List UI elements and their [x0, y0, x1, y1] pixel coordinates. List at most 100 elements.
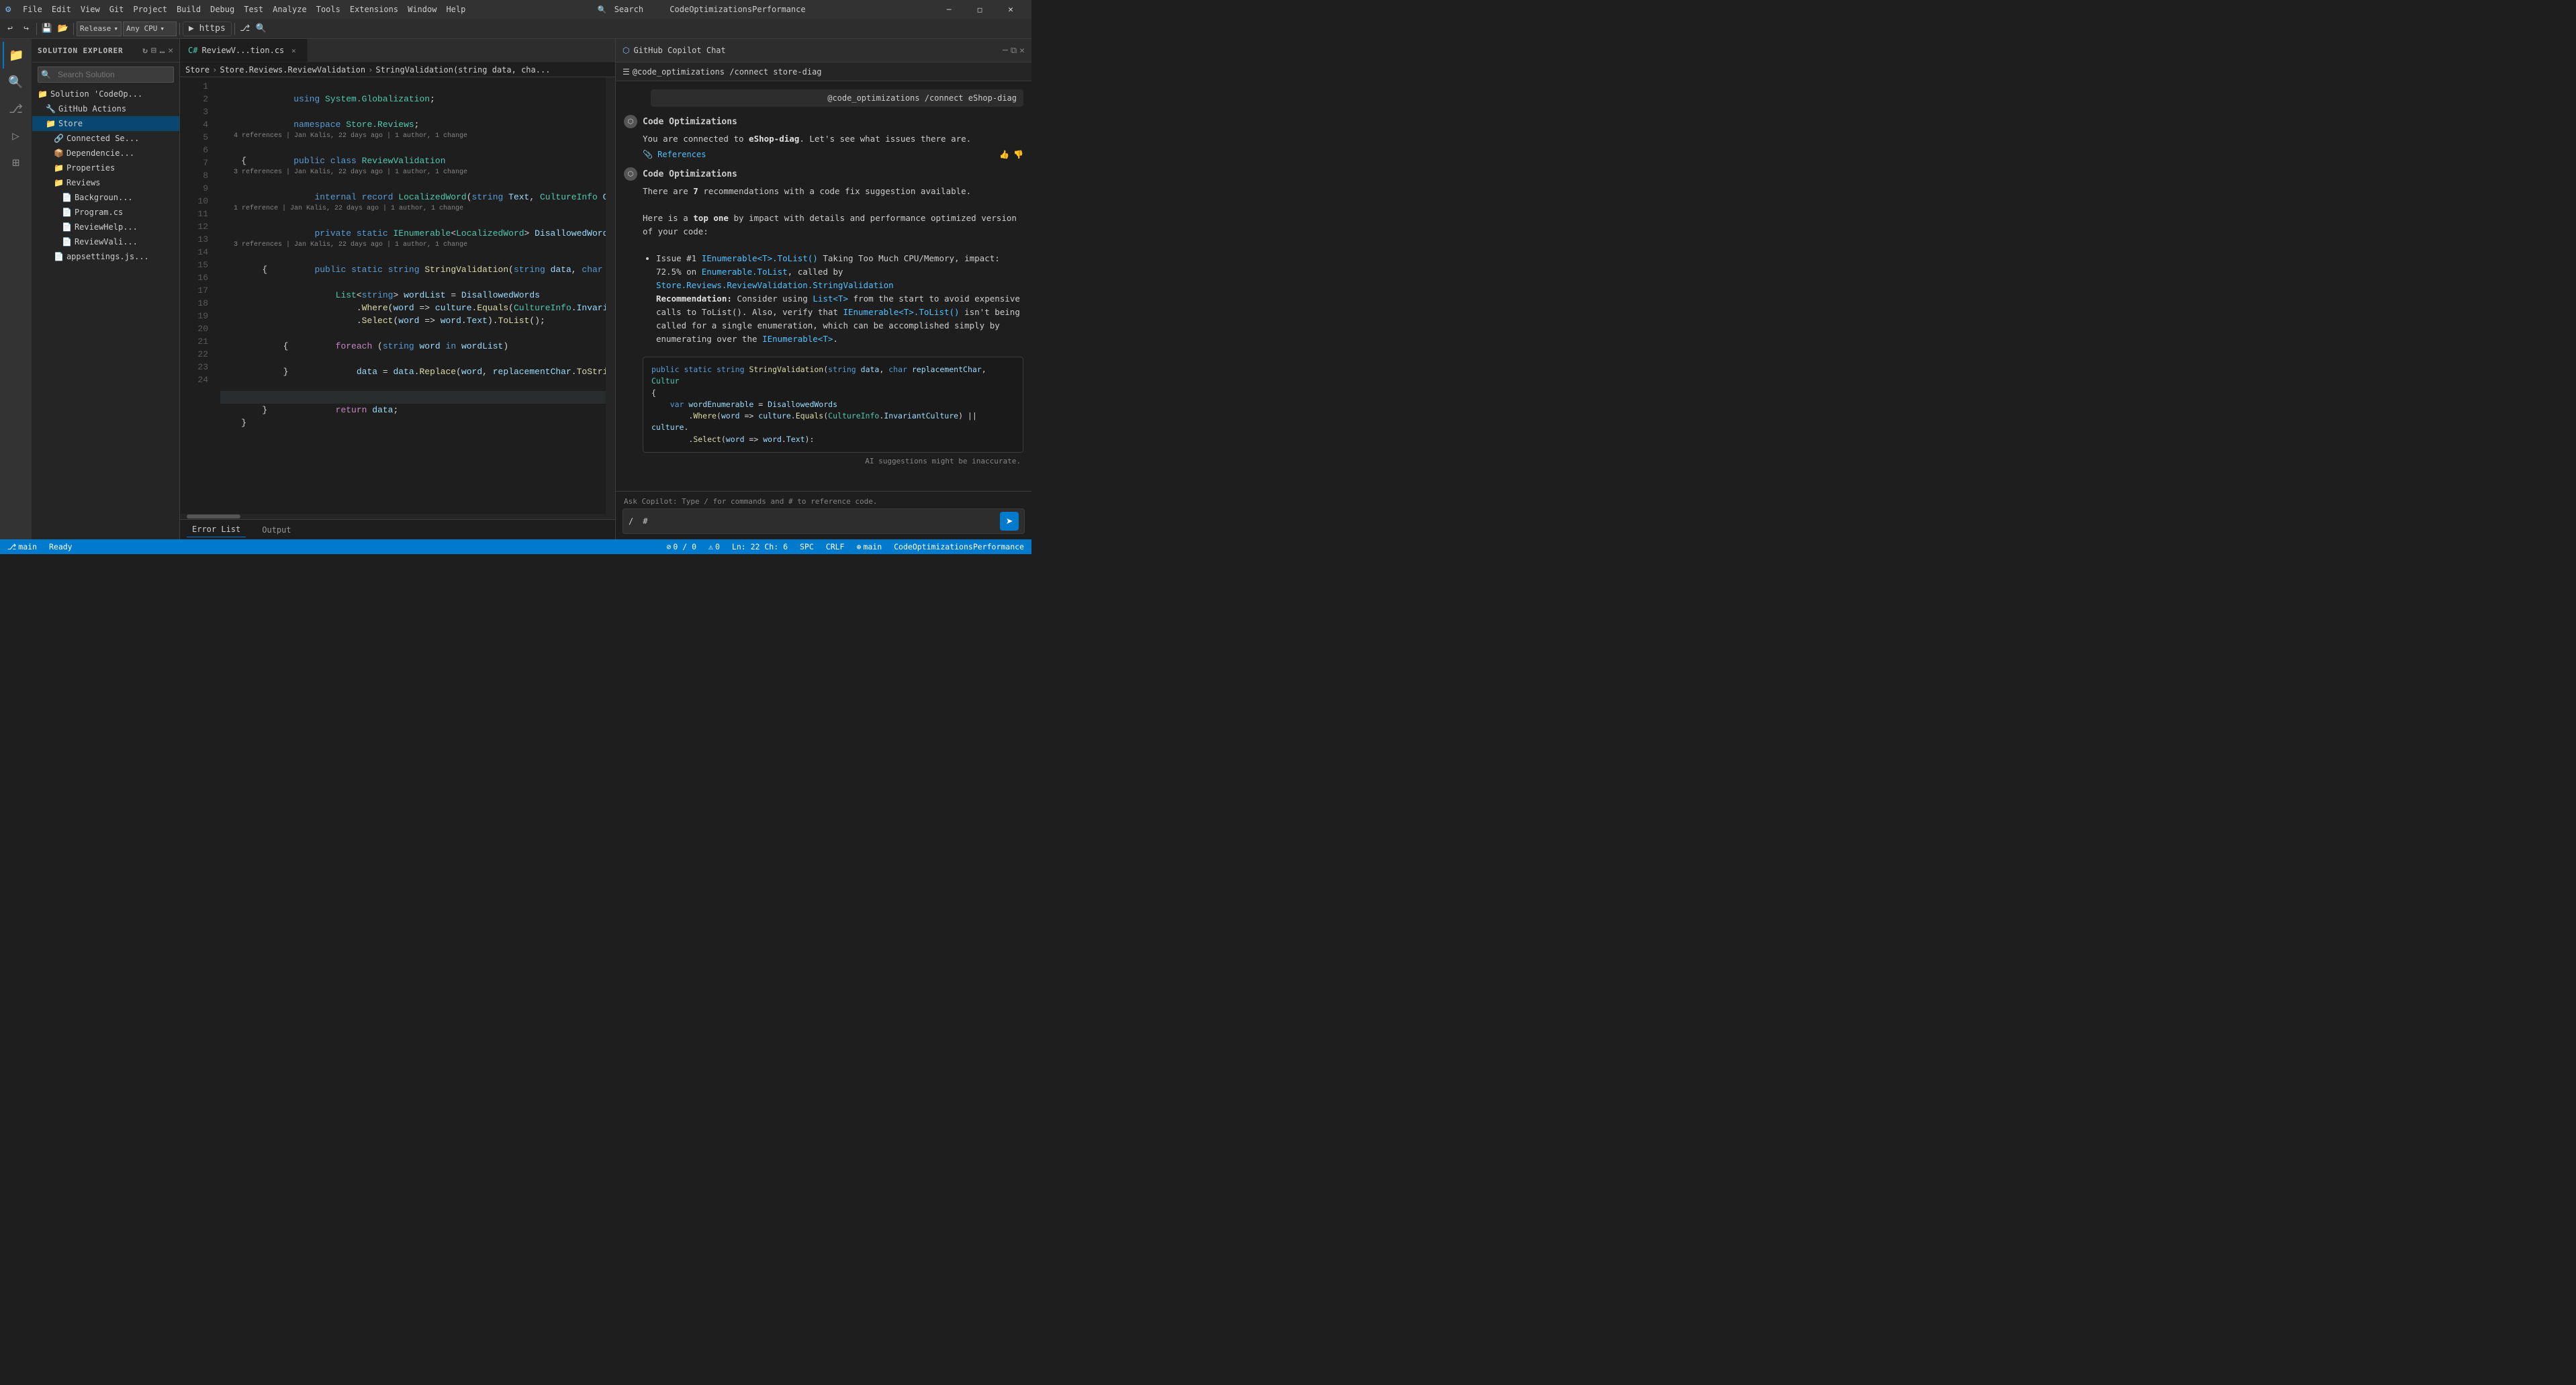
menu-git[interactable]: Git — [105, 3, 128, 15]
tab-error-list[interactable]: Error List — [187, 522, 246, 537]
menu-analyze[interactable]: Analyze — [269, 3, 311, 15]
tree-item-github[interactable]: 🔧 GitHub Actions — [32, 101, 179, 116]
search-solution-box[interactable]: 🔍 — [38, 66, 174, 83]
chat-suggestion-bubble[interactable]: @code_optimizations /connect eShop-diag — [651, 89, 1023, 107]
code-content[interactable]: using System.Globalization; namespace St… — [214, 77, 606, 514]
restore-button[interactable]: □ — [964, 0, 995, 19]
encoding-status[interactable]: SPC — [798, 542, 816, 551]
code-line-3: namespace Store.Reviews; — [220, 105, 606, 118]
bottom-panel-tabs: Error List Output — [180, 519, 615, 539]
issue-link-1[interactable]: IEnumerable<T>.ToList() — [702, 253, 818, 263]
tree-item-dependencies[interactable]: 📦 Dependencie... — [32, 146, 179, 161]
code-line-17: foreach (string word in wordList) — [220, 327, 606, 340]
minimap — [606, 77, 615, 514]
search-activity-btn[interactable]: 🔍 — [3, 69, 30, 95]
debug-activity-btn[interactable]: ▷ — [3, 122, 30, 149]
chat-msg-body-1: You are connected to eShop-diag. Let's s… — [624, 132, 1023, 146]
tree-item-store[interactable]: 📁 Store — [32, 116, 179, 131]
chat-send-button[interactable]: ➤ — [1000, 512, 1019, 531]
tree-item-connected[interactable]: 🔗 Connected Se... — [32, 131, 179, 146]
save-button[interactable]: 💾 — [40, 21, 54, 36]
thumbup-icon[interactable]: 👍 — [999, 150, 1009, 159]
line-ending-status[interactable]: CRLF — [824, 542, 847, 551]
code-line-7: internal record LocalizedWord(string Tex… — [220, 178, 606, 191]
program-file-icon: 📄 — [62, 208, 72, 217]
scrollbar-thumb[interactable] — [187, 515, 240, 519]
close-button[interactable]: ✕ — [995, 0, 1026, 19]
close-sidebar-icon[interactable]: ✕ — [168, 46, 174, 56]
search-toolbar-button[interactable]: 🔍 — [254, 21, 269, 36]
branch-status2[interactable]: ⊕ main — [854, 542, 884, 551]
project-status[interactable]: CodeOptimizationsPerformance — [892, 542, 1026, 551]
ienumerable-link2[interactable]: IEnumerable<T>.ToList() — [843, 307, 959, 317]
more-icon[interactable]: … — [160, 46, 166, 56]
menu-edit[interactable]: Edit — [48, 3, 75, 15]
redo-button[interactable]: ↪ — [19, 21, 34, 36]
editor-breadcrumb: Store › Store.Reviews.ReviewValidation ›… — [180, 62, 615, 77]
editor-tab-reviewvalidation[interactable]: C# ReviewV...tion.cs ✕ — [180, 39, 308, 62]
git-branch-status[interactable]: ⎇ main — [5, 542, 39, 551]
enumerable-link[interactable]: Enumerable.ToList — [702, 267, 788, 277]
cursor-position-status[interactable]: Ln: 22 Ch: 6 — [730, 542, 790, 551]
menu-build[interactable]: Build — [173, 3, 205, 15]
sync-icon[interactable]: ↻ — [142, 46, 148, 56]
code-line-22: return data; — [220, 391, 606, 404]
menu-tools[interactable]: Tools — [312, 3, 344, 15]
chat-msg-actions-1: 📎 References 👍 👎 — [624, 150, 1023, 159]
tree-item-appsettings[interactable]: 📄 appsettings.js... — [32, 249, 179, 264]
menu-window[interactable]: Window — [404, 3, 441, 15]
search-solution-input[interactable] — [54, 70, 173, 79]
toolbar-sep-3 — [179, 23, 180, 35]
warnings-status[interactable]: ⚠ 0 — [706, 542, 722, 551]
copilot-popout-icon[interactable]: ⧉ — [1011, 46, 1017, 56]
menu-view[interactable]: View — [77, 3, 104, 15]
menu-project[interactable]: Project — [129, 3, 171, 15]
title-bar: ⚙ File Edit View Git Project Build Debug… — [0, 0, 1031, 19]
thumbdown-icon[interactable]: 👎 — [1013, 150, 1023, 159]
start-button[interactable]: ▶ https — [183, 21, 232, 36]
references-link[interactable]: 📎 References — [643, 150, 706, 159]
undo-button[interactable]: ↩ — [3, 21, 17, 36]
code-line-8 — [220, 191, 606, 204]
code-line-21 — [220, 378, 606, 391]
config-dropdown[interactable]: Release ▾ — [77, 21, 122, 36]
chat-input-field[interactable] — [653, 515, 995, 528]
menu-test[interactable]: Test — [240, 3, 267, 15]
explorer-activity-btn[interactable]: 📁 — [3, 42, 30, 69]
stringval-link[interactable]: Store.Reviews.ReviewValidation.StringVal… — [656, 280, 894, 290]
tree-item-reviews[interactable]: 📁 Reviews — [32, 175, 179, 190]
tree-item-background[interactable]: 📄 Backgroun... — [32, 190, 179, 205]
menu-help[interactable]: Help — [442, 3, 469, 15]
toolbar: ↩ ↪ 💾 📂 Release ▾ Any CPU ▾ ▶ https ⎇ 🔍 — [0, 19, 1031, 39]
tree-item-solution[interactable]: 📁 Solution 'CodeOp... — [32, 87, 179, 101]
slash-command-hint: / — [629, 517, 633, 526]
open-button[interactable]: 📂 — [56, 21, 71, 36]
menu-debug[interactable]: Debug — [206, 3, 238, 15]
chat-history-bar[interactable]: ☰ @code_optimizations /connect store-dia… — [616, 62, 1031, 81]
errors-status[interactable]: ⊘ 0 / 0 — [664, 542, 698, 551]
platform-dropdown[interactable]: Any CPU ▾ — [123, 21, 177, 36]
app-icon: ⚙ — [5, 4, 16, 15]
tree-item-properties[interactable]: 📁 Properties — [32, 161, 179, 175]
ai-disclaimer: AI suggestions might be inaccurate. — [624, 457, 1023, 465]
menu-extensions[interactable]: Extensions — [346, 3, 402, 15]
tree-item-reviewhelper[interactable]: 📄 ReviewHelp... — [32, 220, 179, 234]
extensions-activity-btn[interactable]: ⊞ — [3, 149, 30, 176]
listt-link[interactable]: List<T> — [813, 294, 848, 304]
git-button[interactable]: ⎇ — [238, 21, 252, 36]
tab-output[interactable]: Output — [257, 523, 296, 537]
minimize-button[interactable]: ─ — [933, 0, 964, 19]
copilot-close-icon[interactable]: ✕ — [1019, 46, 1025, 56]
git-activity-btn[interactable]: ⎇ — [3, 95, 30, 122]
editor-scrollbar[interactable] — [180, 514, 615, 519]
tree-item-program[interactable]: 📄 Program.cs — [32, 205, 179, 220]
collapse-icon[interactable]: ⊟ — [151, 46, 157, 56]
tree-item-reviewvalidation[interactable]: 📄 ReviewVali... — [32, 234, 179, 249]
appsettings-file-icon: 📄 — [54, 252, 64, 261]
menu-file[interactable]: File — [19, 3, 46, 15]
tab-close-button[interactable]: ✕ — [288, 45, 299, 56]
copilot-minimize-icon[interactable]: ─ — [1003, 46, 1008, 56]
ienumerable-link3[interactable]: IEnumerable<T> — [762, 334, 833, 344]
solution-tree: 📁 Solution 'CodeOp... 🔧 GitHub Actions 📁… — [32, 87, 179, 539]
connected-icon: 🔗 — [54, 134, 64, 143]
